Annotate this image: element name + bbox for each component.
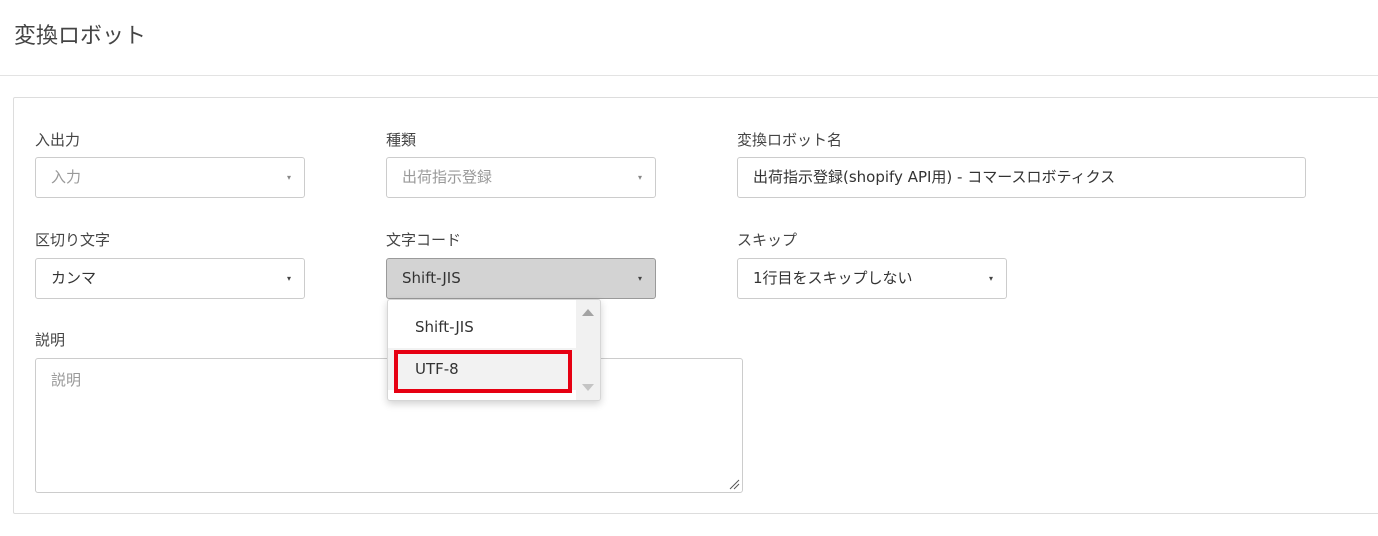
type-label: 種類	[386, 131, 417, 149]
encoding-select[interactable]: Shift-JIS ▾	[386, 258, 656, 299]
page-header: 変換ロボット	[0, 0, 1378, 76]
skip-select[interactable]: 1行目をスキップしない ▾	[737, 258, 1007, 299]
caret-down-icon: ▾	[637, 173, 642, 182]
description-placeholder: 説明	[51, 371, 82, 389]
delimiter-select[interactable]: カンマ ▾	[35, 258, 305, 299]
caret-down-icon: ▾	[286, 274, 291, 283]
encoding-label: 文字コード	[386, 231, 462, 249]
io-select: 入力 ▾	[35, 157, 305, 198]
scroll-down-icon[interactable]	[582, 384, 594, 391]
caret-down-icon: ▾	[286, 173, 291, 182]
skip-label: スキップ	[737, 231, 798, 249]
caret-down-icon: ▾	[637, 274, 642, 283]
page-title: 変換ロボット	[14, 24, 147, 49]
encoding-select-value: Shift-JIS	[402, 269, 461, 287]
scroll-up-icon[interactable]	[582, 309, 594, 316]
encoding-dropdown-menu: Shift-JIS UTF-8	[387, 299, 601, 401]
dropdown-scrollbar[interactable]	[576, 300, 600, 400]
caret-down-icon: ▾	[988, 274, 993, 283]
robot-name-label: 変換ロボット名	[737, 131, 843, 149]
resize-handle-icon[interactable]	[728, 478, 740, 490]
encoding-option-shift-jis[interactable]: Shift-JIS	[388, 306, 577, 348]
encoding-option-utf-8[interactable]: UTF-8	[388, 348, 577, 390]
io-label: 入出力	[35, 131, 81, 149]
type-select: 出荷指示登録 ▾	[386, 157, 656, 198]
io-select-value: 入力	[51, 168, 82, 186]
description-label: 説明	[35, 331, 66, 349]
robot-name-input[interactable]: 出荷指示登録(shopify API用) - コマースロボティクス	[737, 157, 1306, 198]
skip-select-value: 1行目をスキップしない	[753, 269, 913, 287]
delimiter-select-value: カンマ	[51, 269, 97, 287]
delimiter-label: 区切り文字	[35, 231, 111, 249]
type-select-value: 出荷指示登録	[402, 168, 493, 186]
